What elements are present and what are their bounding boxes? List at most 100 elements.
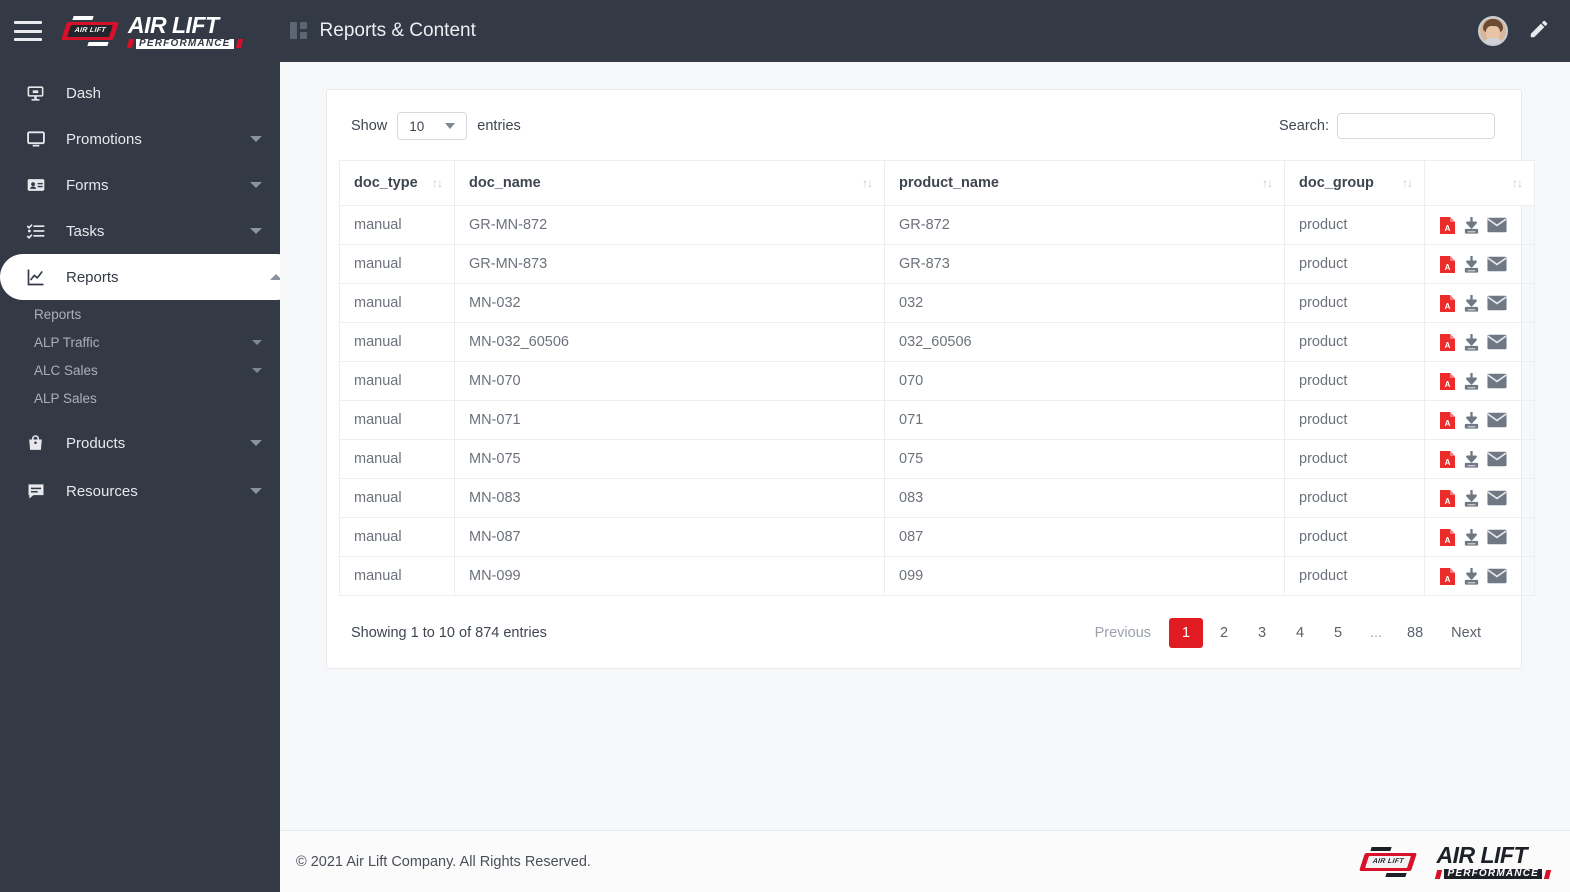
airlift-performance-wordmark-footer: AIR LIFT PERFORMANCE [1435, 844, 1552, 879]
pdf-icon[interactable]: A [1439, 528, 1456, 547]
column-header-doc-name[interactable]: doc_name ↑↓ [454, 160, 885, 206]
chevron-down-icon[interactable] [250, 488, 262, 494]
pdf-icon[interactable]: A [1439, 333, 1456, 352]
search-input[interactable] [1337, 113, 1495, 139]
chevron-down-icon[interactable] [250, 136, 262, 142]
email-icon[interactable] [1487, 373, 1507, 389]
pdf-icon[interactable]: A [1439, 411, 1456, 430]
table-row: manual MN-083 083 product A [339, 478, 1535, 518]
email-icon[interactable] [1487, 490, 1507, 506]
cell-actions: A [1424, 244, 1535, 284]
email-icon[interactable] [1487, 412, 1507, 428]
sidebar-item-dash[interactable]: Dash [0, 70, 280, 116]
cell-doc-name: MN-087 [454, 517, 885, 557]
cell-doc-name: MN-099 [454, 556, 885, 596]
pagination-page-3[interactable]: 3 [1245, 618, 1279, 648]
sidebar-item-forms[interactable]: Forms [0, 162, 280, 208]
cell-doc-type: manual [339, 283, 455, 323]
pagination-previous[interactable]: Previous [1081, 618, 1165, 648]
pdf-icon[interactable]: A [1439, 450, 1456, 469]
sidebar-item-tasks[interactable]: Tasks [0, 208, 280, 254]
sidebar-item-promotions[interactable]: Promotions [0, 116, 280, 162]
cell-actions: A [1424, 400, 1535, 440]
pagination-page-5[interactable]: 5 [1321, 618, 1355, 648]
cell-doc-type: manual [339, 361, 455, 401]
email-icon[interactable] [1487, 451, 1507, 467]
download-icon[interactable] [1462, 216, 1481, 235]
chevron-down-icon[interactable] [250, 440, 262, 446]
download-icon[interactable] [1462, 567, 1481, 586]
download-icon[interactable] [1462, 489, 1481, 508]
pagination: Previous 1 2 3 4 5... 88 Next [1077, 618, 1495, 648]
airlift-performance-wordmark[interactable]: AIR LIFT PERFORMANCE [126, 13, 243, 49]
chevron-up-icon[interactable] [270, 274, 280, 280]
sort-icon: ↑↓ [432, 176, 443, 190]
pagination-page-2[interactable]: 2 [1207, 618, 1241, 648]
sidebar-item-reports[interactable]: Reports [0, 254, 280, 300]
download-icon[interactable] [1462, 372, 1481, 391]
table-row: manual MN-087 087 product A [339, 517, 1535, 557]
page-title: Reports & Content [319, 20, 476, 41]
avatar[interactable] [1478, 16, 1508, 46]
pdf-icon[interactable]: A [1439, 372, 1456, 391]
airlift-shield-logo[interactable]: AIR LIFT [61, 16, 119, 46]
table-row: manual MN-032 032 product A [339, 283, 1535, 323]
email-icon[interactable] [1487, 217, 1507, 233]
email-icon[interactable] [1487, 295, 1507, 311]
chevron-down-icon[interactable] [250, 182, 262, 188]
pagination-next[interactable]: Next [1437, 618, 1495, 648]
email-icon[interactable] [1487, 256, 1507, 272]
pdf-icon[interactable]: A [1439, 255, 1456, 274]
entries-label: entries [477, 118, 521, 134]
email-icon[interactable] [1487, 568, 1507, 584]
column-header-doc-type[interactable]: doc_type ↑↓ [339, 160, 455, 206]
cell-product-name: 071 [884, 400, 1285, 440]
download-icon[interactable] [1462, 528, 1481, 547]
wordmark-line2: PERFORMANCE [136, 38, 234, 49]
pdf-icon[interactable]: A [1439, 567, 1456, 586]
sidebar-item-label: Resources [66, 482, 138, 500]
shield-label: AIR LIFT [73, 27, 107, 34]
column-header-doc-group[interactable]: doc_group ↑↓ [1284, 160, 1425, 206]
footer-logo[interactable]: AIR LIFT AIR LIFT PERFORMANCE [1359, 844, 1552, 879]
column-label: product_name [899, 175, 999, 191]
monitor-icon [26, 129, 52, 149]
pencil-icon[interactable] [1528, 18, 1550, 45]
download-icon[interactable] [1462, 255, 1481, 274]
download-icon[interactable] [1462, 411, 1481, 430]
sidebar-subitem-reports[interactable]: Reports [0, 300, 280, 328]
pagination-page-88[interactable]: 88 [1397, 618, 1433, 648]
column-header-actions[interactable]: ↑↓ [1424, 160, 1535, 206]
pagination-ellipsis: ... [1369, 625, 1383, 641]
cell-doc-type: manual [339, 439, 455, 479]
table-row: manual GR-MN-873 GR-873 product A [339, 244, 1535, 284]
download-icon[interactable] [1462, 333, 1481, 352]
email-icon[interactable] [1487, 334, 1507, 350]
cell-doc-name: MN-032 [454, 283, 885, 323]
sidebar-subitem-alp-traffic[interactable]: ALP Traffic [0, 328, 280, 356]
sidebar-item-resources[interactable]: Resources [0, 468, 280, 514]
page-length-select[interactable]: 10 [397, 112, 468, 140]
airlift-shield-logo-footer: AIR LIFT [1359, 846, 1418, 877]
chevron-down-icon[interactable] [252, 339, 262, 345]
hamburger-icon[interactable] [14, 21, 42, 41]
sidebar-subitem-alp-sales[interactable]: ALP Sales [0, 384, 280, 412]
svg-text:A: A [1445, 575, 1451, 584]
sidebar-subitem-alc-sales[interactable]: ALC Sales [0, 356, 280, 384]
id-card-icon [26, 175, 52, 195]
pdf-icon[interactable]: A [1439, 294, 1456, 313]
svg-text:A: A [1445, 380, 1451, 389]
chevron-down-icon[interactable] [250, 228, 262, 234]
download-icon[interactable] [1462, 450, 1481, 469]
sidebar-item-label: Reports [66, 268, 119, 286]
download-icon[interactable] [1462, 294, 1481, 313]
column-header-product-name[interactable]: product_name ↑↓ [884, 160, 1285, 206]
chevron-down-icon[interactable] [252, 367, 262, 373]
sidebar-item-products[interactable]: Products [0, 420, 280, 466]
cell-doc-type: manual [339, 556, 455, 596]
email-icon[interactable] [1487, 529, 1507, 545]
pdf-icon[interactable]: A [1439, 489, 1456, 508]
pdf-icon[interactable]: A [1439, 216, 1456, 235]
pagination-page-1[interactable]: 1 [1169, 618, 1204, 648]
pagination-page-4[interactable]: 4 [1283, 618, 1317, 648]
